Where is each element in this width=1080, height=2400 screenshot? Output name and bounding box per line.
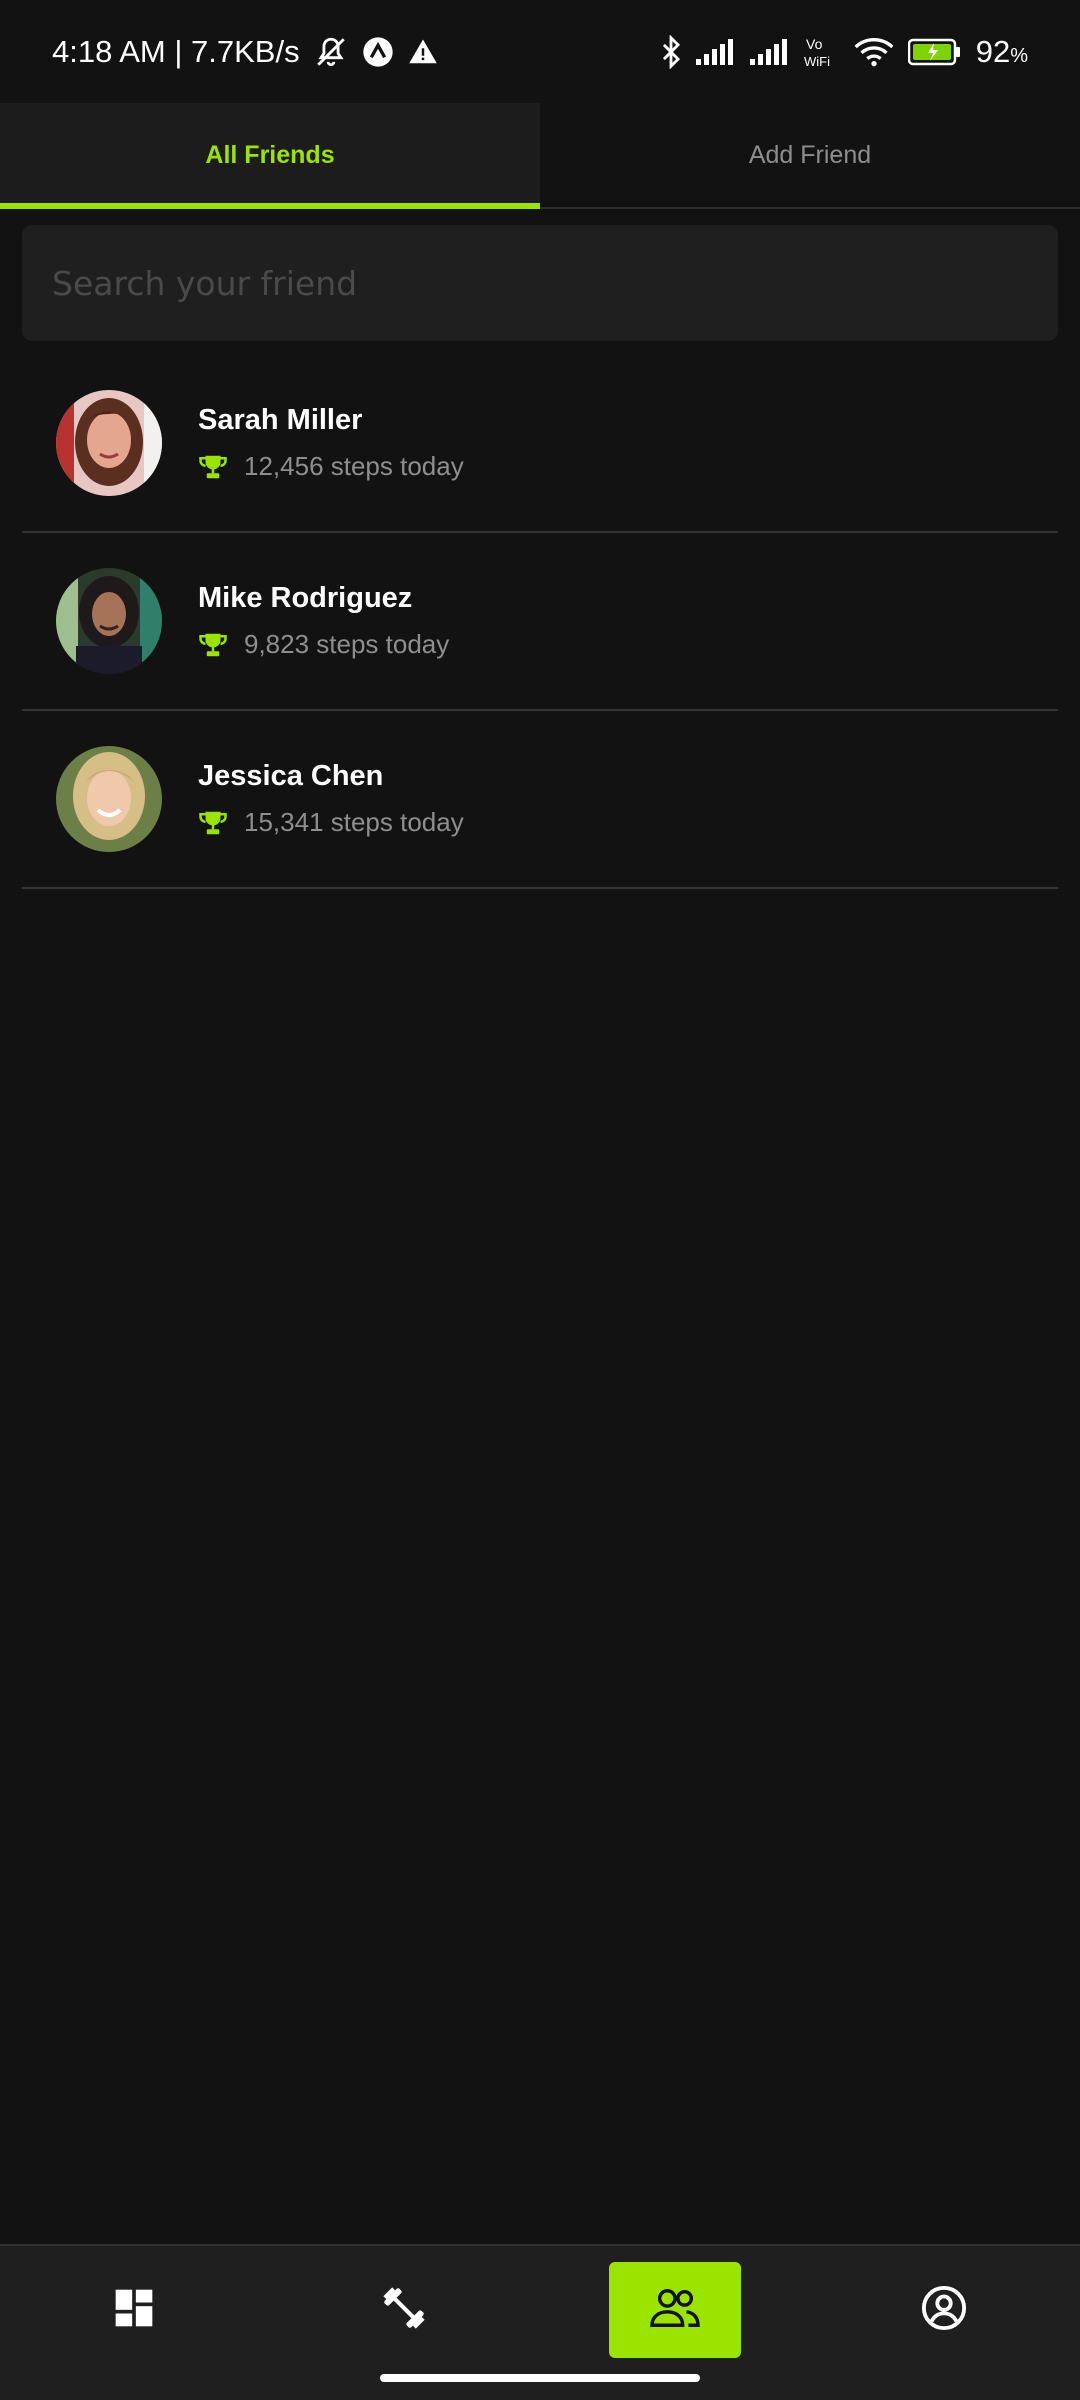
nav-friends-button[interactable] — [609, 2262, 741, 2358]
status-time: 4:18 AM | 7.7KB/s — [52, 33, 300, 69]
nav-dashboard-button[interactable] — [68, 2262, 200, 2358]
avatar — [56, 746, 162, 852]
friend-item-mike-rodriguez[interactable]: Mike Rodriguez 9,823 steps today — [22, 533, 1058, 711]
home-indicator[interactable] — [380, 2374, 700, 2382]
friend-name: Sarah Miller — [198, 404, 363, 436]
trophy-icon — [198, 630, 228, 660]
dashboard-icon — [112, 2286, 156, 2335]
tab-all-friends[interactable]: All Friends — [0, 103, 540, 209]
avatar — [56, 390, 162, 496]
friends-screen: 4:18 AM | 7.7KB/s Vo WiFi 92% All Friend… — [0, 0, 1080, 2400]
friends-tabs: All Friends Add Friend — [0, 103, 1080, 209]
friend-list: Sarah Miller 12,456 steps today Mike Rod… — [22, 355, 1058, 889]
nav-workouts-button[interactable] — [338, 2262, 470, 2358]
signal-2-icon — [749, 38, 790, 65]
friend-name: Jessica Chen — [198, 760, 384, 792]
friend-steps: 9,823 steps today — [244, 629, 450, 659]
friend-item-sarah-miller[interactable]: Sarah Miller 12,456 steps today — [22, 355, 1058, 533]
svg-text:WiFi: WiFi — [804, 54, 830, 69]
trophy-icon — [198, 452, 228, 482]
search-input[interactable] — [22, 225, 1058, 341]
tab-add-friend-label: Add Friend — [748, 140, 872, 169]
battery-icon — [907, 38, 962, 66]
tab-add-friend[interactable]: Add Friend — [540, 103, 1080, 207]
tab-all-friends-label: All Friends — [205, 140, 335, 169]
nav-profile-button[interactable] — [878, 2262, 1010, 2358]
friend-item-jessica-chen[interactable]: Jessica Chen 15,341 steps today — [22, 711, 1058, 889]
status-bar: 4:18 AM | 7.7KB/s Vo WiFi 92% — [0, 0, 1080, 103]
friend-name: Mike Rodriguez — [198, 582, 413, 614]
bell-muted-icon — [314, 35, 348, 69]
bluetooth-icon — [660, 34, 682, 69]
friend-steps: 12,456 steps today — [244, 451, 464, 481]
profile-icon — [921, 2285, 967, 2336]
friends-icon — [648, 2285, 702, 2336]
battery-level: 92% — [975, 33, 1028, 69]
svg-text:Vo: Vo — [806, 36, 823, 52]
friend-steps: 15,341 steps today — [244, 807, 464, 837]
trophy-icon — [198, 808, 228, 838]
vowifi-icon: Vo WiFi — [804, 35, 840, 69]
app-notification-icon — [362, 36, 394, 68]
avatar — [56, 568, 162, 674]
wifi-icon — [854, 37, 894, 67]
signal-1-icon — [695, 38, 736, 65]
dumbbell-icon — [379, 2283, 429, 2338]
warning-icon — [408, 37, 438, 67]
